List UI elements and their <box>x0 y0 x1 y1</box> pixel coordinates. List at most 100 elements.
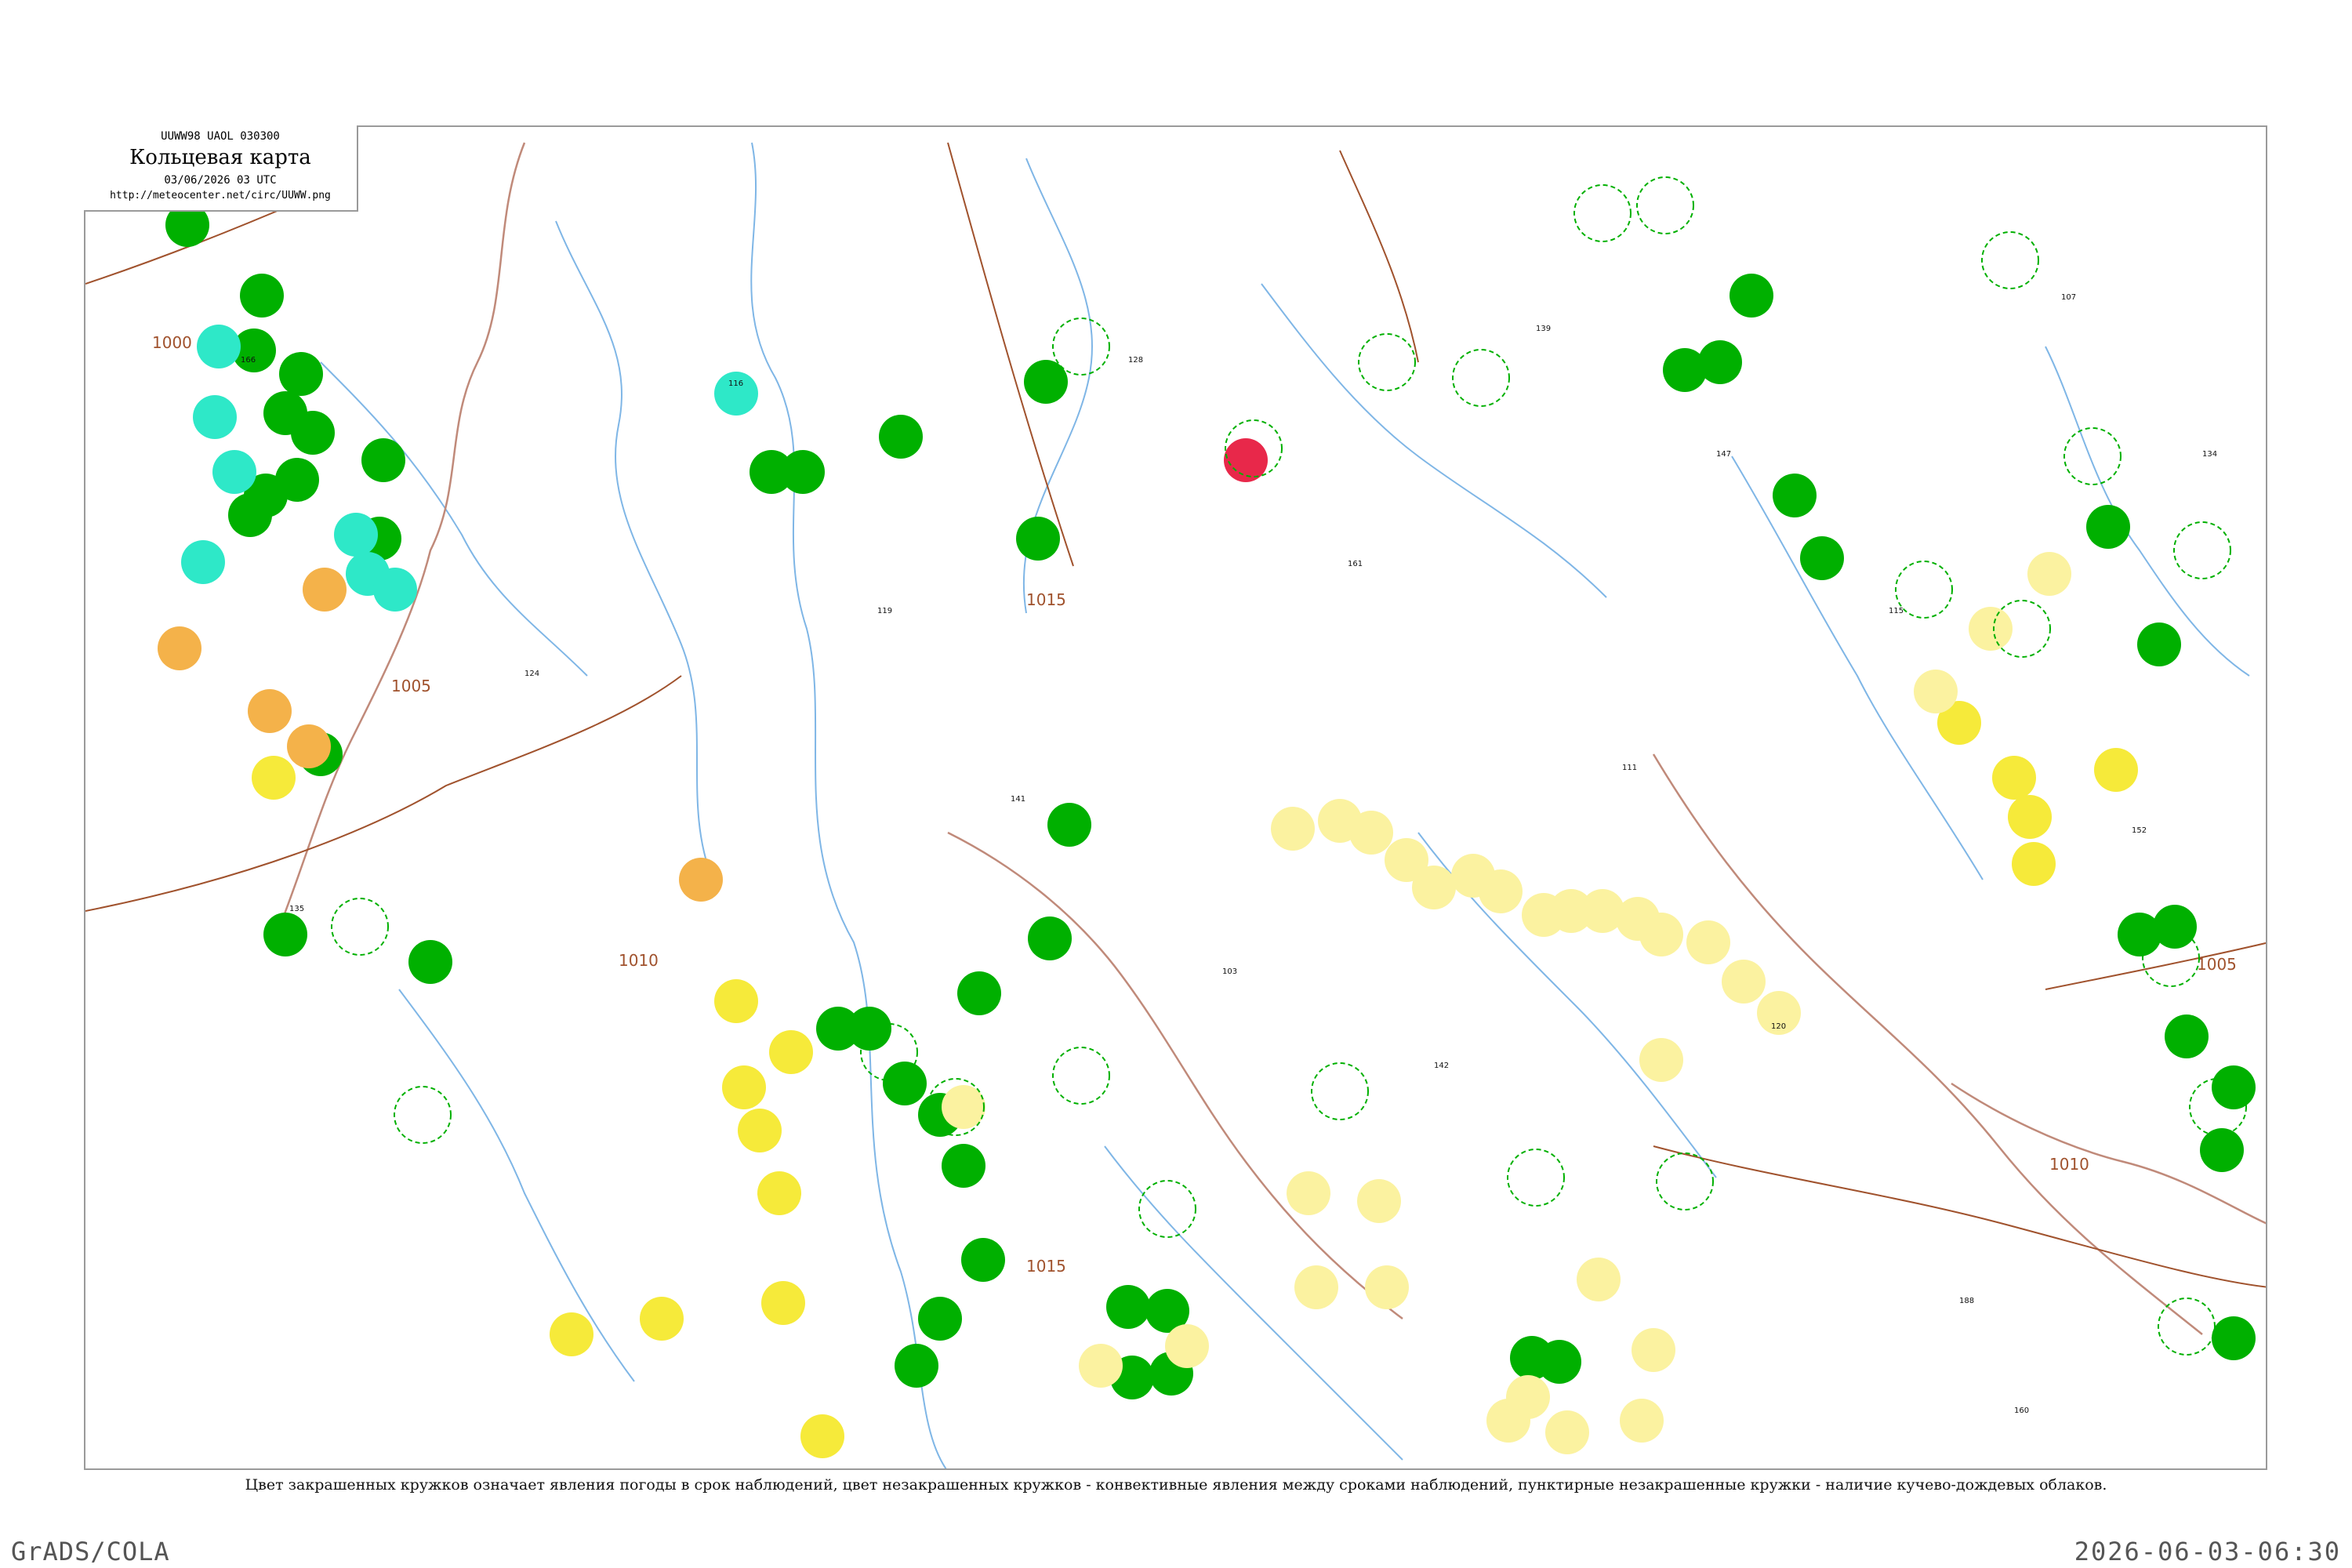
cb-cloud-ring <box>2173 521 2231 579</box>
weather-circle-light_yellow <box>1165 1324 1209 1368</box>
station-value: 124 <box>524 670 539 678</box>
weather-circle-light_yellow <box>1577 1258 1621 1301</box>
isobar-label: 1000 <box>152 333 192 352</box>
weather-circle-rain <box>408 940 452 984</box>
station-value: 139 <box>1536 325 1551 333</box>
weather-circle-smoke <box>550 1312 593 1356</box>
isobar-label: 1015 <box>1026 590 1066 609</box>
cb-cloud-ring <box>1358 333 1416 391</box>
weather-circle-light_yellow <box>1632 1328 1675 1372</box>
weather-circle-rain <box>228 493 272 537</box>
weather-circle-smoke <box>1992 756 2036 800</box>
station-value: 147 <box>1716 450 1731 459</box>
weather-circle-rain <box>942 1144 985 1188</box>
weather-circle-light_yellow <box>1287 1171 1330 1215</box>
weather-circle-drizzle <box>212 450 256 494</box>
river <box>1731 456 1984 880</box>
weather-circle-rain <box>918 1297 962 1341</box>
weather-circle-light_yellow <box>1722 960 1766 1004</box>
map-url[interactable]: http://meteocenter.net/circ/UUWW.png <box>84 190 357 201</box>
weather-circle-smoke <box>2008 795 2052 839</box>
river <box>1261 283 1607 598</box>
weather-circle-haze <box>303 568 347 612</box>
weather-circle-drizzle <box>373 568 417 612</box>
river <box>555 220 713 880</box>
station-value: 103 <box>1222 967 1237 976</box>
weather-circle-light_yellow <box>1365 1265 1409 1309</box>
isobar-label: 1010 <box>2049 1155 2089 1174</box>
isobar-label: 1010 <box>619 951 659 970</box>
station-value: 120 <box>1771 1022 1786 1031</box>
weather-circle-drizzle <box>197 325 241 368</box>
weather-circle-rain <box>848 1007 891 1051</box>
isobar-line <box>1339 150 1419 363</box>
weather-circle-rain <box>2212 1316 2256 1360</box>
cb-cloud-ring <box>1507 1149 1565 1207</box>
cb-cloud-ring <box>2063 427 2122 485</box>
weather-circle-light_yellow <box>1969 607 2013 651</box>
weather-circle-rain <box>291 411 335 455</box>
weather-circle-smoke <box>761 1281 805 1325</box>
footer-timestamp: 2026-06-03-06:30 <box>2074 1537 2341 1566</box>
weather-circle-light_yellow <box>1686 920 1730 964</box>
station-value: 152 <box>2132 826 2147 835</box>
weather-circle-drizzle <box>714 372 758 416</box>
weather-circle-haze <box>287 724 331 768</box>
weather-circle-smoke <box>2094 748 2138 792</box>
weather-circle-rain <box>961 1238 1005 1282</box>
cb-cloud-ring <box>1052 318 1110 376</box>
weather-circle-light_yellow <box>1914 670 1958 713</box>
weather-circle-smoke <box>800 1414 844 1458</box>
station-value: 166 <box>241 356 256 365</box>
weather-circle-rain <box>2212 1065 2256 1109</box>
station-value: 142 <box>1434 1062 1449 1070</box>
weather-circle-drizzle <box>193 395 237 439</box>
map-canvas: 1000 1005 1010 1015 1015 1010 1005 166 1… <box>85 142 2266 1468</box>
weather-circle-light_yellow <box>1479 869 1523 913</box>
weather-circle-light_yellow <box>1271 807 1315 851</box>
weather-circle-rain <box>1047 803 1091 847</box>
weather-circle-rain <box>279 352 323 396</box>
weather-circle-rain <box>2165 1014 2209 1058</box>
cb-cloud-ring <box>394 1086 452 1144</box>
weather-circle-light_yellow <box>1349 811 1393 855</box>
weather-circle-rain <box>1016 517 1060 561</box>
border-line <box>1652 753 2203 1335</box>
river <box>398 989 635 1382</box>
weather-circle-rain <box>879 415 923 459</box>
weather-circle-smoke <box>722 1065 766 1109</box>
map-frame: 1000 1005 1010 1015 1015 1010 1005 166 1… <box>84 125 2267 1470</box>
weather-circle-drizzle <box>334 513 378 557</box>
isobar-label: 1005 <box>2197 955 2237 974</box>
weather-circle-rain <box>883 1062 927 1105</box>
station-value: 134 <box>2202 450 2217 459</box>
rivers-layer <box>320 142 2250 1468</box>
weather-circle-smoke <box>738 1109 782 1152</box>
cb-cloud-ring <box>331 898 389 956</box>
weather-circle-smoke <box>252 756 296 800</box>
weather-circle-light_yellow <box>1079 1344 1123 1388</box>
weather-circle-rain <box>1698 340 1742 384</box>
station-value: 141 <box>1011 795 1025 804</box>
weather-circle-rain <box>2153 905 2197 949</box>
map-date: 03/06/2026 03 UTC <box>164 174 277 187</box>
cb-cloud-ring <box>1138 1180 1196 1238</box>
weather-circle-rain <box>895 1344 938 1388</box>
isobar-labels: 1000 1005 1010 1015 1015 1010 1005 <box>152 333 2237 1276</box>
weather-circle-rain <box>1537 1340 1581 1384</box>
map-code: UUWW98 UAOL 030300 <box>161 130 280 143</box>
border-line <box>947 831 1403 1319</box>
cb-cloud-ring <box>1311 1062 1369 1120</box>
weather-circle-rain <box>1730 274 1773 318</box>
weather-circle-haze <box>248 689 292 733</box>
isobar-label: 1005 <box>391 677 431 695</box>
stations-layer <box>158 176 2256 1458</box>
isobar-label: 1015 <box>1026 1257 1066 1276</box>
station-value: 128 <box>1128 356 1143 365</box>
cb-cloud-ring <box>1573 184 1632 242</box>
cb-cloud-ring <box>1052 1047 1110 1105</box>
weather-circle-smoke <box>769 1030 813 1074</box>
map-caption: Цвет закрашенных кружков означает явлени… <box>245 1476 2107 1494</box>
weather-circle-light_yellow <box>1639 913 1683 956</box>
cb-cloud-ring <box>1452 349 1510 407</box>
